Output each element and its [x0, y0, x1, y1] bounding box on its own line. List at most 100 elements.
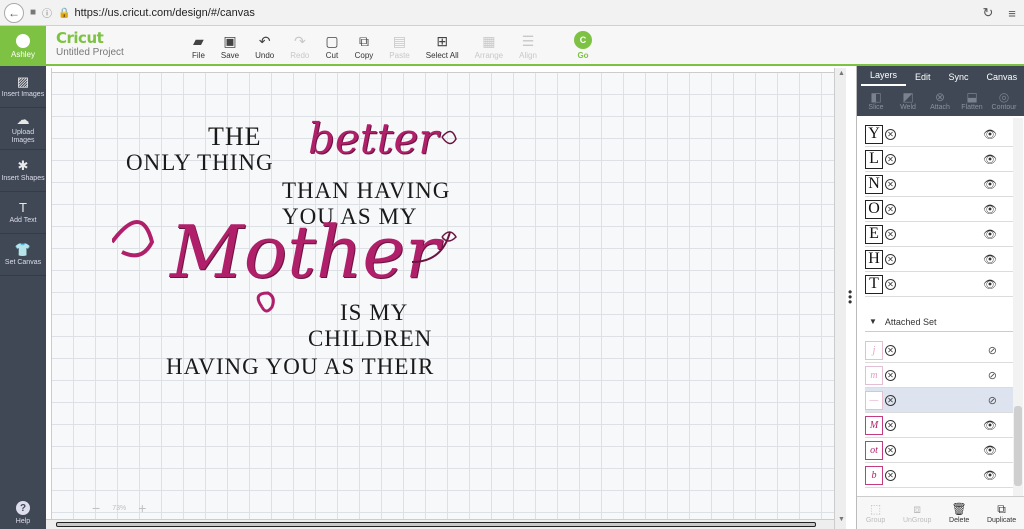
go-button[interactable]: C Go [574, 31, 592, 60]
trash-icon: 🗑 [951, 501, 967, 516]
tab-sync[interactable]: Sync [940, 72, 978, 86]
weld-icon: ◩ [902, 90, 914, 104]
url-text: https://us.cricut.com/design/#/canvas [74, 6, 255, 19]
layer-row[interactable]: N ✕ 👁 [865, 172, 1013, 197]
layer-row[interactable]: O ✕ 👁 [865, 197, 1013, 222]
zoom-in-icon[interactable]: + [138, 500, 146, 516]
panel-resize-handle-icon[interactable]: • • • [848, 286, 852, 308]
flatten-icon: ⬓ [966, 90, 978, 104]
layer-row[interactable]: T ✕ 👁 [865, 272, 1013, 297]
arrange-button[interactable]: ▦ Arrange [467, 30, 511, 60]
contour-icon: ◎ [998, 90, 1010, 104]
arrange-icon: ▦ [482, 33, 496, 49]
scroll-down-icon[interactable]: ▼ [838, 516, 845, 523]
contour-button[interactable]: ◎ Contour [991, 90, 1017, 112]
zoom-out-icon[interactable]: − [92, 500, 100, 516]
attached-layer-row-selected[interactable]: — ✕ ⊘ [865, 388, 1013, 413]
canvas-horizontal-scrollbar[interactable] [46, 519, 834, 529]
browser-toolbar: ← ■ ⓘ 🔒 https://us.cricut.com/design/#/ca… [0, 0, 1024, 26]
eye-icon[interactable]: 👁 [983, 469, 997, 482]
user-menu[interactable]: Ashley [0, 26, 46, 66]
ungroup-button[interactable]: ⧈ UnGroup [903, 501, 931, 524]
tab-edit[interactable]: Edit [906, 72, 940, 86]
redo-icon: ↷ [293, 33, 306, 49]
eye-icon[interactable]: 👁 [983, 444, 997, 457]
align-button[interactable]: ☰ Align [511, 30, 545, 60]
zoom-level: 73% [112, 504, 127, 512]
layer-row[interactable]: E ✕ 👁 [865, 222, 1013, 247]
eye-icon[interactable]: 👁 [983, 419, 997, 432]
eye-icon[interactable]: 👁 [983, 178, 997, 191]
insert-images-button[interactable]: ▨ Insert Images [0, 66, 46, 108]
chevron-down-icon[interactable]: ▼ [869, 317, 877, 326]
left-sidebar: ▨ Insert Images ☁ Upload Images ✱ Insert Sh… [0, 66, 46, 529]
go-icon: C [574, 31, 592, 49]
eye-icon[interactable]: 👁 [983, 203, 997, 216]
layer-thumbnail: m [865, 365, 883, 385]
eye-hidden-icon[interactable]: ⊘ [988, 344, 997, 357]
paste-button[interactable]: ▤ Paste [381, 30, 417, 60]
eye-hidden-icon[interactable]: ⊘ [988, 369, 997, 382]
layer-thumbnail: L [865, 149, 883, 169]
ungroup-icon: ⧈ [913, 501, 921, 516]
design-artwork[interactable]: THE ONLY THING better THAN HAVING YOU AS… [112, 92, 492, 392]
upload-icon: ☁ [16, 111, 30, 127]
canvas-vertical-scrollbar[interactable]: ▲ ▼ [834, 68, 846, 529]
layer-row[interactable]: Y ✕ 👁 [865, 122, 1013, 147]
group-button[interactable]: ⬚ Group [866, 502, 885, 524]
slice-button[interactable]: ◧ Slice [863, 91, 889, 112]
cut-icon: ▢ [325, 33, 339, 49]
eye-hidden-icon[interactable]: ⊘ [988, 394, 997, 407]
redo-button[interactable]: ↷ Redo [282, 30, 317, 60]
tab-layers[interactable]: Layers [861, 70, 907, 86]
attached-set-header[interactable]: ▼ Attached Set [865, 312, 1013, 332]
avatar [16, 33, 30, 48]
layer-type-icon: ✕ [885, 344, 896, 356]
panel-scroll-thumb[interactable] [1014, 406, 1022, 486]
attached-layer-row[interactable]: b ✕ 👁 [865, 463, 1013, 488]
refresh-icon[interactable]: ↻ [976, 5, 1000, 21]
eye-icon[interactable]: 👁 [983, 278, 997, 291]
layer-row[interactable]: L ✕ 👁 [865, 147, 1013, 172]
delete-button[interactable]: 🗑 Delete [949, 501, 969, 524]
attached-layer-row[interactable]: ot ✕ 👁 [865, 438, 1013, 463]
panel-scrollbar[interactable] [1013, 118, 1023, 500]
weld-button[interactable]: ◩ Weld [895, 90, 921, 112]
copy-button[interactable]: ⧉ Copy [347, 30, 382, 60]
horizontal-scroll-thumb[interactable] [56, 522, 816, 527]
eye-icon[interactable]: 👁 [983, 253, 997, 266]
home-icon[interactable]: ■ [30, 7, 36, 18]
undo-icon: ↶ [258, 33, 271, 49]
attached-layer-row[interactable]: j ✕ ⊘ [865, 338, 1013, 363]
eye-icon[interactable]: 👁 [983, 128, 997, 141]
insert-shapes-button[interactable]: ✱ Insert Shapes [0, 150, 46, 192]
back-icon[interactable]: ← [4, 2, 24, 23]
set-canvas-button[interactable]: 👕 Set Canvas [0, 234, 46, 276]
flatten-button[interactable]: ⬓ Flatten [959, 90, 985, 112]
layers-panel: Layers Edit Sync Canvas ◧ Slice ◩ Weld ⊗ At… [856, 66, 1024, 529]
address-bar[interactable]: 🔒 https://us.cricut.com/design/#/canvas [58, 7, 255, 19]
undo-button[interactable]: ↶ Undo [247, 30, 282, 60]
file-button[interactable]: ▰ File [184, 30, 213, 60]
cut-button[interactable]: ▢ Cut [317, 30, 346, 60]
upload-images-button[interactable]: ☁ Upload Images [0, 108, 46, 150]
layer-type-icon: ✕ [885, 419, 896, 431]
layer-row[interactable]: H ✕ 👁 [865, 247, 1013, 272]
select-all-button[interactable]: ⊞ Select All [418, 30, 467, 60]
scroll-up-icon[interactable]: ▲ [838, 70, 845, 77]
eye-icon[interactable]: 👁 [983, 228, 997, 241]
attached-layer-row[interactable]: M ✕ 👁 [865, 413, 1013, 438]
zoom-controls: − 73% + [92, 500, 146, 516]
layer-thumbnail: E [865, 224, 883, 244]
help-button[interactable]: ? Help [0, 501, 46, 525]
menu-icon[interactable]: ≡ [1000, 6, 1024, 21]
add-text-button[interactable]: T Add Text [0, 192, 46, 234]
duplicate-button[interactable]: ⧉ Duplicate [987, 502, 1016, 524]
tab-canvas[interactable]: Canvas [978, 72, 1024, 86]
attached-layer-row[interactable]: m ✕ ⊘ [865, 363, 1013, 388]
info-icon[interactable]: ⓘ [42, 5, 52, 20]
attach-icon: ⊗ [934, 90, 946, 104]
save-button[interactable]: ▣ Save [213, 30, 247, 60]
eye-icon[interactable]: 👁 [983, 153, 997, 166]
attach-button[interactable]: ⊗ Attach [927, 90, 953, 112]
